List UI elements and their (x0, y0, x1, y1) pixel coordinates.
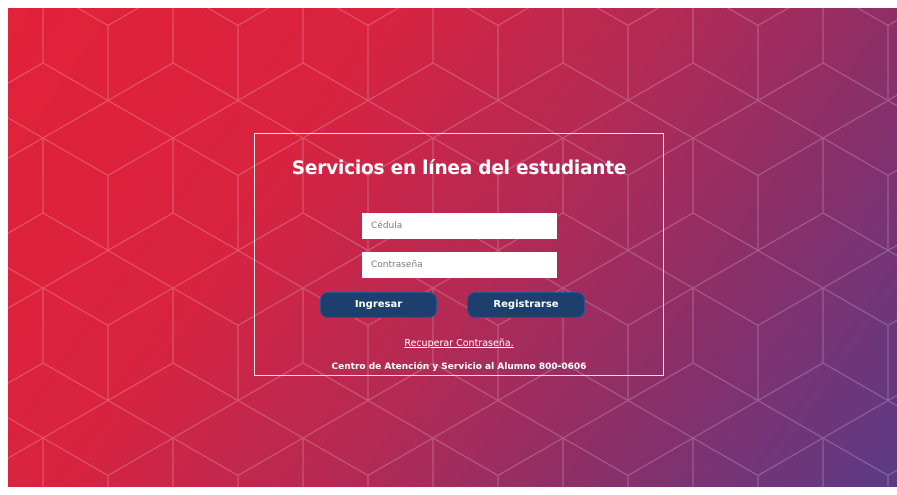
page-title: Servicios en línea del estudiante (291, 158, 627, 179)
register-button[interactable]: Registrarse (467, 292, 585, 318)
cedula-input[interactable] (362, 213, 557, 239)
login-button[interactable]: Ingresar (320, 292, 437, 318)
login-background: Servicios en línea del estudiante Ingres… (8, 8, 897, 487)
recover-password-link[interactable]: Recuperar Contraseña. (255, 338, 663, 349)
password-input[interactable] (362, 252, 557, 278)
login-panel: Servicios en línea del estudiante Ingres… (254, 133, 664, 376)
support-contact-text: Centro de Atención y Servicio al Alumno … (331, 362, 587, 372)
